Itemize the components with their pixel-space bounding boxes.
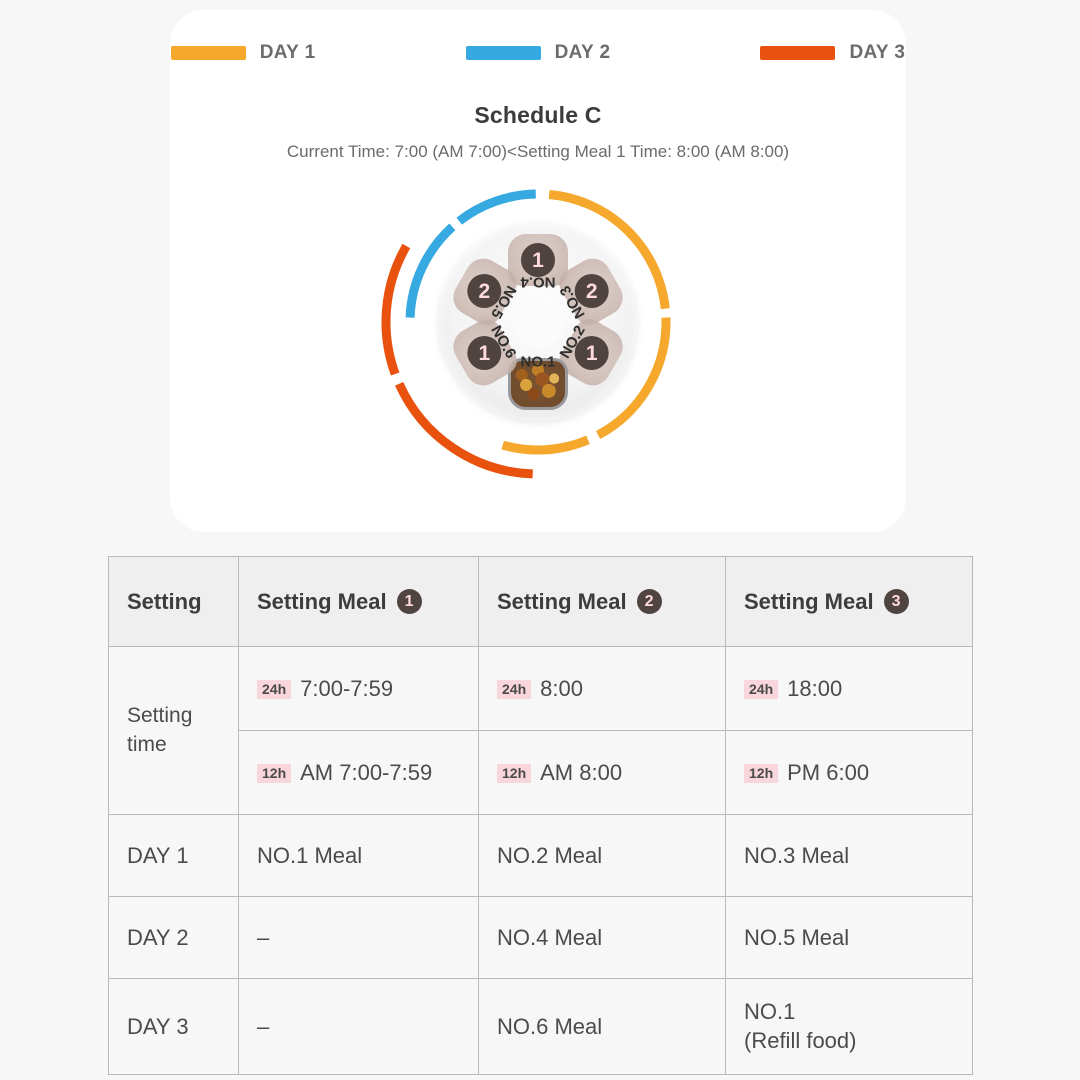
legend-label-day-3: DAY 3: [849, 42, 906, 63]
table-row-12h: 12h AM 7:00-7:59 12h AM 8:00 12h PM 6:00: [109, 730, 973, 815]
header-setting: Setting: [108, 556, 239, 647]
legend-label-day-1: DAY 1: [259, 42, 316, 63]
row-label-day-3: DAY 3: [108, 978, 239, 1075]
table-row-day-3: DAY 3 – NO.6 Meal NO.1 (Refill food): [108, 978, 973, 1075]
cell-12h-meal-1: 12h AM 7:00-7:59: [238, 730, 479, 815]
row-label-setting-time: Setting time: [108, 646, 239, 815]
header-setting-meal-2: Setting Meal 2: [478, 556, 726, 647]
cell-day-1-meal-3: NO.3 Meal: [725, 814, 973, 897]
compartment-label-no-1: NO.1: [520, 353, 556, 371]
setting-time-line: time: [127, 732, 167, 756]
value-12h-2: AM 8:00: [540, 759, 623, 785]
value-24h-1: 7:00-7:59: [300, 675, 394, 701]
table-header-row: Setting Setting Meal 1 Setting Meal 2 Se…: [108, 556, 973, 647]
value-12h-1: AM 7:00-7:59: [300, 759, 433, 785]
value-24h-2: 8:00: [540, 675, 583, 701]
header-setting-meal-1-label: Setting Meal: [257, 588, 387, 614]
legend: DAY 1 DAY 2 DAY 3: [170, 42, 906, 64]
day-2-arc-inner-top: [456, 189, 536, 225]
table-row-day-1: DAY 1 NO.1 Meal NO.2 Meal NO.3 Meal: [108, 814, 973, 897]
row-label-day-2: DAY 2: [108, 896, 239, 979]
header-setting-meal-3-label: Setting Meal: [744, 588, 874, 614]
meal-3-circle-icon: 3: [883, 589, 909, 614]
feeder-wheel-diagram: 1 NO.4 2 NO.3 1 NO.2 NO.1 1 NO.6 2 NO.5: [348, 178, 728, 548]
row-label-day-1: DAY 1: [108, 814, 239, 897]
value-12h-3: PM 6:00: [787, 759, 870, 785]
day-1-arc-inner-bottom: [501, 435, 590, 455]
cell-day-3-meal-2: NO.6 Meal: [478, 978, 726, 1075]
day-3-arc-outer-left: [381, 243, 411, 376]
badge-12h-3: 12h: [744, 763, 779, 783]
cell-day-2-meal-2: NO.4 Meal: [478, 896, 726, 979]
badge-12h-2: 12h: [497, 763, 532, 783]
value-24h-3: 18:00: [787, 675, 843, 701]
cell-24h-meal-1: 24h 7:00-7:59: [238, 646, 479, 731]
cell-day-3-meal-1: –: [238, 978, 479, 1075]
meal-1-circle-icon: 1: [396, 589, 422, 614]
compartment-label-no-4: NO.4: [520, 273, 556, 291]
header-setting-meal-1: Setting Meal 1: [238, 556, 479, 647]
cell-day-2-meal-1: –: [238, 896, 479, 979]
badge-24h-3: 24h: [744, 679, 779, 699]
current-time-status: Current Time: 7:00 (AM 7:00)<Setting Mea…: [286, 142, 790, 161]
schedule-table: Setting Setting Meal 1 Setting Meal 2 Se…: [108, 556, 973, 1075]
badge-24h-2: 24h: [497, 679, 532, 699]
plate-hub: [512, 296, 564, 348]
cell-12h-meal-3: 12h PM 6:00: [725, 730, 973, 815]
legend-item-day-2: DAY 2: [465, 42, 611, 64]
cell-day-3-meal-3: NO.1 (Refill food): [725, 978, 973, 1075]
badge-24h-1: 24h: [257, 679, 292, 699]
legend-swatch-day-2: [465, 46, 541, 60]
cell-day-1-meal-2: NO.2 Meal: [478, 814, 726, 897]
header-setting-label: Setting: [127, 588, 202, 614]
legend-item-day-3: DAY 3: [760, 42, 905, 64]
header-setting-meal-3: Setting Meal 3: [725, 556, 973, 647]
legend-label-day-2: DAY 2: [554, 42, 611, 63]
cell-12h-meal-2: 12h AM 8:00: [478, 730, 726, 815]
legend-swatch-day-3: [760, 46, 836, 60]
legend-item-day-1: DAY 1: [170, 42, 316, 64]
setting-time-line: Setting: [127, 704, 193, 728]
meal-2-circle-icon: 2: [636, 589, 662, 614]
legend-swatch-day-1: [170, 46, 246, 60]
cell-day-2-meal-3: NO.5 Meal: [725, 896, 973, 979]
schedule-card: DAY 1 DAY 2 DAY 3 Schedule C Current Tim…: [170, 10, 906, 532]
screenshot-root: DAY 1 DAY 2 DAY 3 Schedule C Current Tim…: [0, 0, 1080, 1080]
feeder-plate: 1 NO.4 2 NO.3 1 NO.2 NO.1 1 NO.6 2 NO.5: [439, 223, 637, 421]
badge-12h-1: 12h: [257, 763, 292, 783]
day-3-meal-3-line: (Refill food): [744, 1027, 857, 1053]
meal-badge-no-4: 1: [521, 243, 555, 277]
table-row-24h: Setting time 24h 7:00-7:59 24h 8:00 24h 18:0…: [108, 646, 973, 815]
page-title: Schedule C: [474, 102, 602, 128]
day-3-meal-3-line: NO.1: [744, 998, 796, 1024]
cell-day-1-meal-1: NO.1 Meal: [238, 814, 479, 897]
header-setting-meal-2-label: Setting Meal: [497, 588, 627, 614]
table-row-day-2: DAY 2 – NO.4 Meal NO.5 Meal: [108, 896, 973, 979]
cell-24h-meal-2: 24h 8:00: [478, 646, 726, 731]
cell-24h-meal-3: 24h 18:00: [725, 646, 973, 731]
